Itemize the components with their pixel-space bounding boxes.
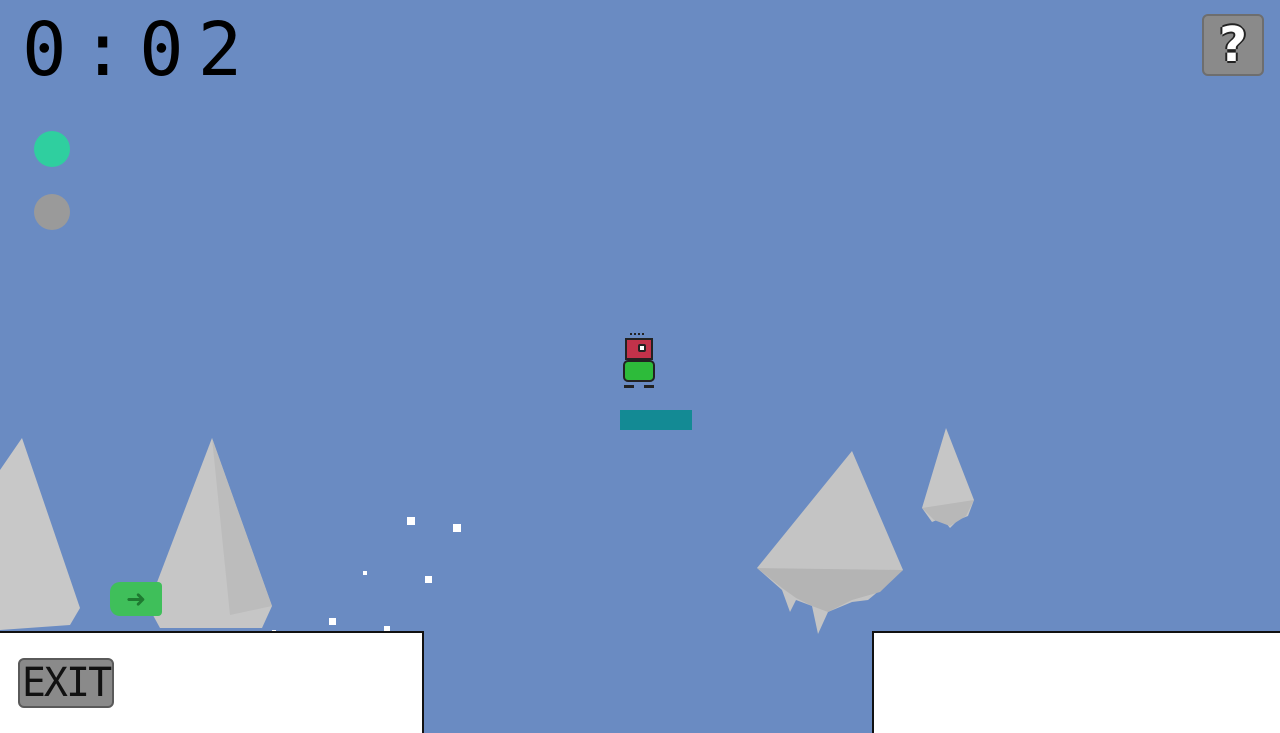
arrow-right-icon: ➜ xyxy=(125,585,147,613)
collectible-indicator-2 xyxy=(34,194,70,230)
help-button[interactable]: ? xyxy=(1202,14,1264,76)
sparkle xyxy=(407,517,415,525)
floating-platform xyxy=(620,410,692,430)
sparkle xyxy=(363,571,367,575)
exit-label: EXIT xyxy=(21,660,112,706)
rock-spike xyxy=(0,438,80,630)
player-character xyxy=(620,333,660,391)
player-eye xyxy=(638,344,646,352)
sparkle xyxy=(329,618,336,625)
player-head xyxy=(625,338,653,360)
player-leg xyxy=(624,385,634,388)
exit-button[interactable]: EXIT xyxy=(18,658,114,708)
game-scene: 0:02 ? ➜ EXIT xyxy=(0,0,1280,733)
player-body xyxy=(623,360,655,382)
rock-shadow xyxy=(757,568,903,612)
timer-display: 0:02 xyxy=(22,7,257,93)
collectible-indicator-1 xyxy=(34,131,70,167)
ground-right xyxy=(872,631,1280,733)
question-mark-icon: ? xyxy=(1219,17,1247,73)
sparkle xyxy=(425,576,432,583)
sparkle xyxy=(453,524,461,532)
direction-sign[interactable]: ➜ xyxy=(110,582,162,616)
player-leg xyxy=(644,385,654,388)
